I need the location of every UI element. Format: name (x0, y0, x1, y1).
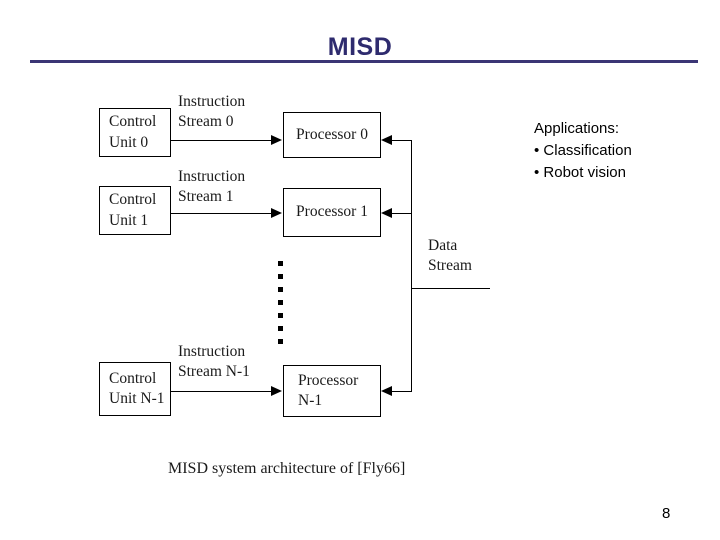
applications-item-classification: • Classification (534, 141, 632, 159)
control-unit-label-line1-1: Control (109, 191, 157, 209)
processor-label-n-line2: N-1 (298, 392, 323, 409)
applications-block: Applications: • Classification • Robot v… (534, 118, 632, 183)
data-branch-line-n (392, 391, 411, 392)
control-unit-box-n: Control Unit N-1 (99, 362, 171, 416)
instruction-stream-label-1-line2: Stream 1 (178, 188, 234, 206)
title-divider (30, 60, 698, 63)
processor-box-0: Processor 0 (283, 112, 381, 158)
page-title: MISD (327, 33, 393, 61)
data-arrowhead-n (381, 386, 392, 396)
control-unit-label-line1: Control (109, 113, 157, 131)
applications-heading: Applications: (534, 120, 620, 137)
control-unit-box-0: Control Unit 0 (99, 108, 171, 157)
control-unit-box-1: Control Unit 1 (99, 186, 171, 235)
instruction-arrowhead-0 (271, 135, 282, 145)
instruction-stream-label-n: Instruction Stream N-1 (178, 342, 250, 382)
page-number: 8 (662, 505, 671, 522)
figure-caption: MISD system architecture of [Fly66] (168, 460, 406, 477)
instruction-stream-label-0-line2: Stream 0 (178, 113, 234, 131)
instruction-line-0 (171, 140, 271, 141)
instruction-stream-label-1-line1: Instruction (178, 168, 246, 185)
vertical-ellipsis (278, 261, 286, 344)
processor-box-n: Processor N-1 (283, 365, 381, 417)
instruction-stream-label-0: Instruction Stream 0 (178, 92, 245, 132)
data-stream-label-line2: Stream (428, 257, 472, 275)
control-unit-label-line2: Unit 0 (109, 133, 149, 151)
processor-label-1-line1: Processor 1 (296, 203, 368, 221)
processor-label-0-line1: Processor 0 (296, 125, 368, 143)
instruction-line-1 (171, 213, 271, 214)
instruction-arrowhead-n (271, 386, 282, 396)
data-branch-line-0 (392, 140, 411, 141)
processor-label-n-line1: Processor (298, 371, 359, 389)
data-arrowhead-1 (381, 208, 392, 218)
control-unit-label-line1-n: Control (109, 369, 157, 387)
applications-item-robot-vision: • Robot vision (534, 163, 626, 181)
instruction-stream-label-n-line1: Instruction (178, 343, 246, 360)
slide: MISD Control Unit 0 Instruction Stream 0… (0, 0, 720, 540)
instruction-stream-label-0-line1: Instruction (178, 93, 246, 110)
data-stream-bus-line (411, 140, 412, 392)
data-stream-input-line (411, 288, 490, 289)
processor-box-1: Processor 1 (283, 188, 381, 237)
instruction-arrowhead-1 (271, 208, 282, 218)
control-unit-label-line2-n: Unit N-1 (109, 390, 165, 407)
instruction-stream-label-n-line2: Stream N-1 (178, 363, 250, 381)
instruction-line-n (171, 391, 271, 392)
data-stream-label-line1: Data (428, 237, 458, 254)
data-arrowhead-0 (381, 135, 392, 145)
control-unit-label-line2-1: Unit 1 (109, 211, 149, 229)
data-branch-line-1 (392, 213, 411, 214)
data-stream-label: Data Stream (428, 236, 472, 276)
instruction-stream-label-1: Instruction Stream 1 (178, 167, 245, 207)
